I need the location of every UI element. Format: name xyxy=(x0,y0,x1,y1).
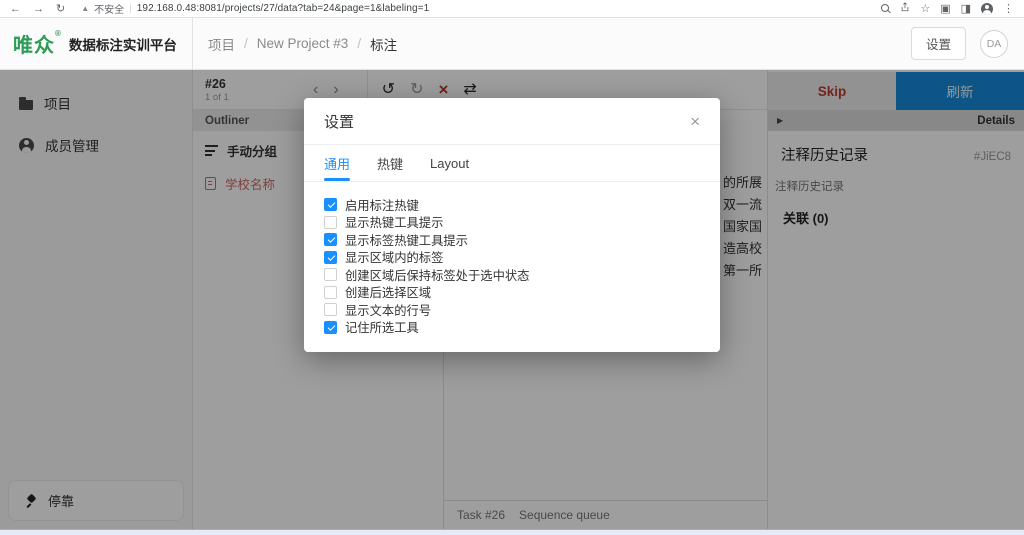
breadcrumb-item[interactable]: 项目 xyxy=(208,34,235,54)
breadcrumb-separator: / xyxy=(357,36,361,51)
settings-modal-header: 设置 × xyxy=(304,98,720,145)
settings-checkbox-list: 启用标注热键显示热键工具提示显示标签热键工具提示显示区域内的标签创建区域后保持标… xyxy=(304,182,720,336)
settings-modal-title: 设置 xyxy=(324,111,354,132)
setting-checkbox-label: 显示热键工具提示 xyxy=(345,213,443,231)
breadcrumb-separator: / xyxy=(244,36,248,51)
checkbox[interactable] xyxy=(324,321,337,334)
app-header: 唯众® 数据标注实训平台 项目 / New Project #3 / 标注 设置 DA xyxy=(0,18,1024,70)
close-icon[interactable]: × xyxy=(690,113,700,130)
split-view-icon[interactable]: ◨ xyxy=(961,2,971,15)
url-text[interactable]: 192.168.0.48:8081/projects/27/data?tab=2… xyxy=(137,3,430,14)
tab-通用[interactable]: 通用 xyxy=(324,145,350,181)
checkbox[interactable] xyxy=(324,251,337,264)
brand-logo: 唯众® xyxy=(13,29,62,58)
browser-actions: ☆ ▣ ◨ ⋮ xyxy=(881,2,1014,15)
checkbox[interactable] xyxy=(324,303,337,316)
platform-title: 数据标注实训平台 xyxy=(69,34,177,54)
checkbox[interactable] xyxy=(324,198,337,211)
setting-checkbox-row[interactable]: 显示文本的行号 xyxy=(324,301,700,319)
url-separator: | xyxy=(129,3,132,14)
setting-checkbox-label: 显示文本的行号 xyxy=(345,301,431,319)
share-icon[interactable] xyxy=(900,2,910,15)
tab-Layout[interactable]: Layout xyxy=(430,145,469,181)
settings-modal: 设置 × 通用热键 Layout 启用标注热键显示热键工具提示显示标签热键工具提示… xyxy=(304,98,720,352)
setting-checkbox-label: 创建后选择区域 xyxy=(345,283,431,301)
browser-chrome: ← → ↻ ▲ 不安全 | 192.168.0.48:8081/projects… xyxy=(0,0,1024,18)
header-settings-button[interactable]: 设置 xyxy=(911,27,966,60)
checkbox[interactable] xyxy=(324,216,337,229)
setting-checkbox-row[interactable]: 记住所选工具 xyxy=(324,319,700,337)
back-icon[interactable]: ← xyxy=(10,3,21,15)
extension-icon[interactable]: ▣ xyxy=(940,2,950,15)
settings-tabs: 通用热键 Layout xyxy=(304,145,720,182)
checkbox[interactable] xyxy=(324,268,337,281)
breadcrumb: 项目 / New Project #3 / 标注 xyxy=(193,34,911,54)
setting-checkbox-label: 创建区域后保持标签处于选中状态 xyxy=(345,266,529,284)
setting-checkbox-row[interactable]: 创建区域后保持标签处于选中状态 xyxy=(324,266,700,284)
logo-section: 唯众® 数据标注实训平台 xyxy=(0,18,193,69)
taskbar-edge xyxy=(0,529,1024,535)
setting-checkbox-row[interactable]: 启用标注热键 xyxy=(324,196,700,214)
browser-profile-avatar[interactable] xyxy=(981,3,993,15)
browser-nav: ← → ↻ xyxy=(10,2,65,15)
address-bar[interactable]: ▲ 不安全 | 192.168.0.48:8081/projects/27/da… xyxy=(81,1,869,16)
zoom-icon[interactable] xyxy=(881,4,890,13)
setting-checkbox-row[interactable]: 显示标签热键工具提示 xyxy=(324,231,700,249)
setting-checkbox-row[interactable]: 显示热键工具提示 xyxy=(324,214,700,232)
reload-icon[interactable]: ↻ xyxy=(56,2,65,15)
breadcrumb-item[interactable]: New Project #3 xyxy=(257,36,349,51)
checkbox[interactable] xyxy=(324,286,337,299)
not-secure-warning-icon: ▲ xyxy=(81,4,89,13)
setting-checkbox-row[interactable]: 创建后选择区域 xyxy=(324,284,700,302)
not-secure-label: 不安全 xyxy=(94,1,124,16)
setting-checkbox-label: 显示区域内的标签 xyxy=(345,248,443,266)
browser-menu-icon[interactable]: ⋮ xyxy=(1003,2,1014,15)
setting-checkbox-label: 记住所选工具 xyxy=(345,318,419,336)
header-actions: 设置 DA xyxy=(911,27,1024,60)
setting-checkbox-row[interactable]: 显示区域内的标签 xyxy=(324,249,700,267)
tab-热键[interactable]: 热键 xyxy=(377,145,403,181)
bookmark-star-icon[interactable]: ☆ xyxy=(920,2,930,15)
user-avatar[interactable]: DA xyxy=(980,30,1008,58)
breadcrumb-item[interactable]: 标注 xyxy=(370,34,397,54)
forward-icon[interactable]: → xyxy=(33,3,44,15)
checkbox[interactable] xyxy=(324,233,337,246)
setting-checkbox-label: 启用标注热键 xyxy=(345,196,419,214)
registered-mark: ® xyxy=(55,29,62,38)
setting-checkbox-label: 显示标签热键工具提示 xyxy=(345,231,468,249)
